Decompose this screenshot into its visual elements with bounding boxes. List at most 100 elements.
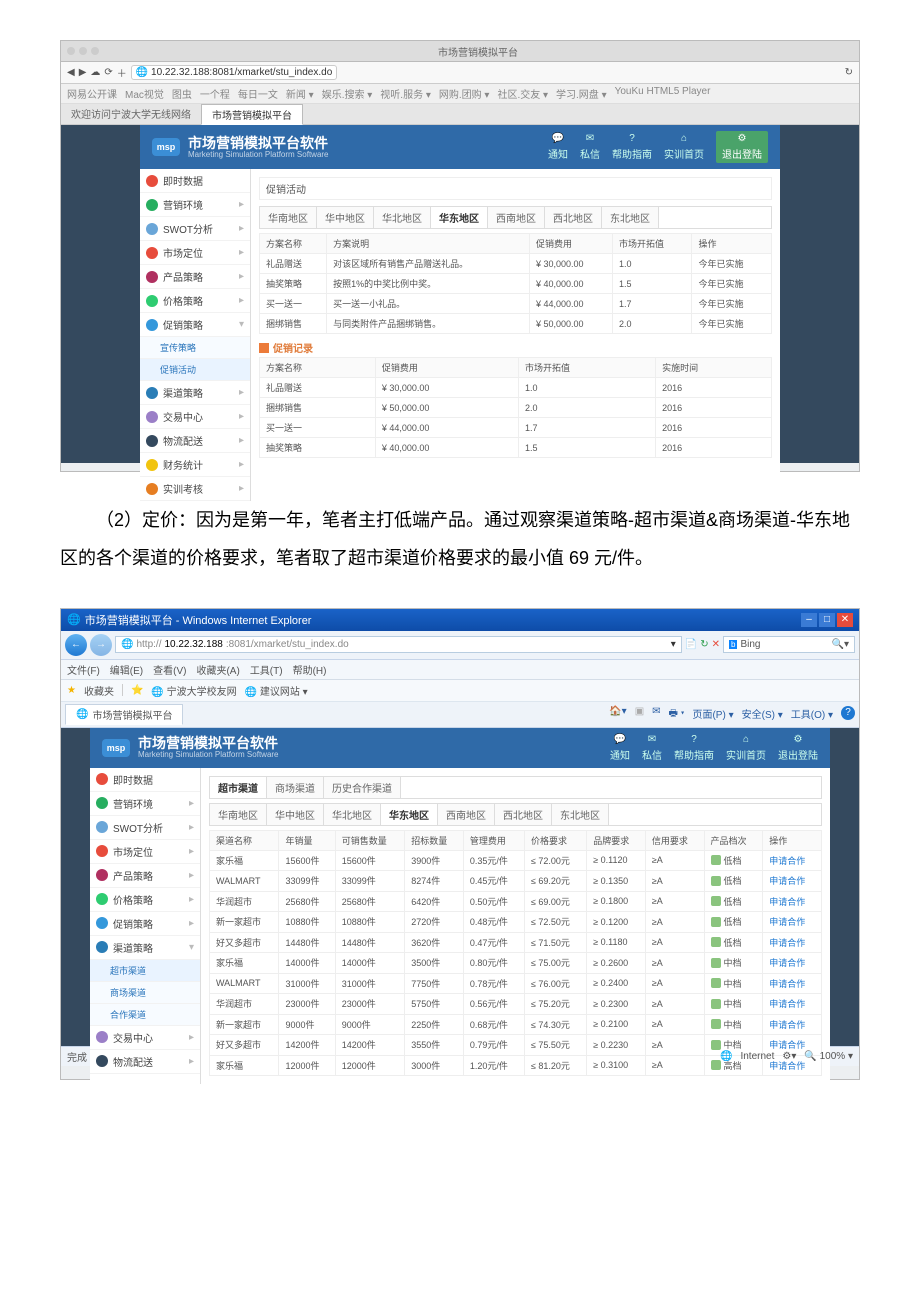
apply-link[interactable]: 申请合作: [769, 897, 805, 907]
bookmark-item[interactable]: 学习.网盘 ▾: [556, 86, 607, 101]
sidebar-item[interactable]: 价格策略▸: [90, 888, 200, 912]
search-box[interactable]: bBing🔍▾: [723, 636, 855, 653]
address-bar[interactable]: 🌐 10.22.32.188:8081/xmarket/stu_index.do: [131, 65, 337, 80]
minimize-button[interactable]: –: [801, 613, 817, 627]
sidebar-item[interactable]: 市场定位▸: [140, 241, 250, 265]
region-tab[interactable]: 华中地区: [317, 207, 374, 228]
mail-button[interactable]: ✉私信: [580, 133, 600, 161]
favorite-link[interactable]: 🌐 建议网站 ▾: [245, 683, 308, 698]
sidebar-item[interactable]: 产品策略▸: [140, 265, 250, 289]
sidebar-item[interactable]: 财务统计▸: [140, 453, 250, 477]
apply-link[interactable]: 申请合作: [769, 856, 805, 866]
page-tab[interactable]: 市场营销模拟平台: [201, 104, 303, 125]
cloud-icon[interactable]: ☁: [90, 67, 100, 78]
region-tab[interactable]: 华北地区: [324, 804, 381, 825]
region-tab[interactable]: 西南地区: [438, 804, 495, 825]
sidebar-item[interactable]: 营销环境▸: [140, 193, 250, 217]
home-button[interactable]: ⌂实训首页: [726, 734, 766, 762]
sidebar-item[interactable]: 营销环境▸: [90, 792, 200, 816]
region-tab[interactable]: 东北地区: [602, 207, 659, 228]
apply-link[interactable]: 申请合作: [769, 938, 805, 948]
print-icon[interactable]: 🖶 ▾: [669, 706, 685, 723]
address-bar[interactable]: 🌐 http://10.22.32.188:8081/xmarket/stu_i…: [115, 636, 682, 653]
apply-link[interactable]: 申请合作: [769, 917, 805, 927]
refresh-icon[interactable]: ↻: [700, 639, 708, 650]
menu-item[interactable]: 编辑(E): [110, 662, 143, 677]
forward-button[interactable]: →: [90, 634, 112, 656]
zoom-label[interactable]: 🔍 100% ▾: [804, 1051, 853, 1062]
sidebar-item[interactable]: 市场定位▸: [90, 840, 200, 864]
back-button[interactable]: ◀: [67, 67, 75, 78]
protected-mode-icon[interactable]: ⚙▾: [782, 1051, 796, 1062]
sidebar-item[interactable]: 交易中心▸: [140, 405, 250, 429]
add-tab-icon[interactable]: ＋: [117, 65, 127, 80]
bookmark-item[interactable]: 每日一文: [238, 86, 278, 101]
apply-link[interactable]: 申请合作: [769, 1040, 805, 1050]
region-tab[interactable]: 东北地区: [552, 804, 609, 825]
help-icon[interactable]: ?: [841, 706, 855, 720]
sidebar-item[interactable]: 价格策略▸: [140, 289, 250, 313]
fav-shortcut-icon[interactable]: ⭐: [131, 685, 143, 696]
bookmark-item[interactable]: 新闻 ▾: [286, 86, 314, 101]
sidebar-item[interactable]: 物流配送▸: [90, 1050, 200, 1074]
sidebar-item[interactable]: 宣传策略: [140, 337, 250, 359]
sidebar-item[interactable]: 物流配送▸: [140, 429, 250, 453]
close-dot[interactable]: [67, 47, 75, 55]
apply-link[interactable]: 申请合作: [769, 876, 805, 886]
sidebar-item[interactable]: SWOT分析▸: [140, 217, 250, 241]
favorites-label[interactable]: 收藏夹: [84, 683, 114, 698]
maximize-button[interactable]: □: [819, 613, 835, 627]
sidebar-item[interactable]: 促销策略▸: [90, 912, 200, 936]
channel-tab[interactable]: 历史合作渠道: [324, 777, 401, 798]
sidebar-item[interactable]: 即时数据: [140, 169, 250, 193]
menu-item[interactable]: 文件(F): [67, 662, 100, 677]
page-tab[interactable]: 欢迎访问宁波大学无线网络: [61, 104, 201, 124]
max-dot[interactable]: [91, 47, 99, 55]
close-button[interactable]: ✕: [837, 613, 853, 627]
sidebar-item[interactable]: 促销策略▾: [140, 313, 250, 337]
gear-button[interactable]: ⚙退出登陆: [716, 131, 768, 163]
sidebar-item[interactable]: 实训考核▸: [140, 477, 250, 501]
sidebar-item[interactable]: 即时数据: [90, 768, 200, 792]
bookmark-item[interactable]: 娱乐.搜索 ▾: [322, 86, 373, 101]
region-tab[interactable]: 西北地区: [545, 207, 602, 228]
sidebar-item[interactable]: 超市渠道: [90, 960, 200, 982]
reload-icon[interactable]: ⟳: [104, 67, 112, 78]
region-tab[interactable]: 西北地区: [495, 804, 552, 825]
back-button[interactable]: ←: [65, 634, 87, 656]
forward-button[interactable]: ▶: [79, 67, 87, 78]
menu-item[interactable]: 查看(V): [153, 662, 186, 677]
bookmark-item[interactable]: 网易公开课: [67, 86, 117, 101]
channel-tab[interactable]: 商场渠道: [267, 777, 324, 798]
stop-icon[interactable]: ✕: [712, 639, 720, 650]
sidebar-item[interactable]: 产品策略▸: [90, 864, 200, 888]
region-tab[interactable]: 华东地区: [431, 207, 488, 228]
region-tab[interactable]: 华北地区: [374, 207, 431, 228]
menu-item[interactable]: 工具(T): [250, 662, 283, 677]
help-button[interactable]: ?帮助指南: [612, 133, 652, 161]
bookmark-item[interactable]: 视听.服务 ▾: [380, 86, 431, 101]
message-button[interactable]: 💬通知: [610, 734, 630, 762]
help-button[interactable]: ?帮助指南: [674, 734, 714, 762]
feed-icon[interactable]: ▣: [635, 706, 644, 723]
bookmark-item[interactable]: YouKu HTML5 Player: [615, 86, 711, 101]
refresh-icon[interactable]: ↻: [845, 67, 853, 78]
apply-link[interactable]: 申请合作: [769, 979, 805, 989]
bookmark-item[interactable]: Mac视觉: [125, 86, 164, 101]
channel-tab[interactable]: 超市渠道: [210, 777, 267, 798]
apply-link[interactable]: 申请合作: [769, 958, 805, 968]
mail-icon[interactable]: ✉: [652, 706, 660, 723]
bookmark-item[interactable]: 图虫: [172, 86, 192, 101]
ie-tab[interactable]: 🌐市场营销模拟平台: [65, 704, 183, 725]
mail-button[interactable]: ✉私信: [642, 734, 662, 762]
toolbar-menu[interactable]: 工具(O) ▾: [791, 706, 833, 723]
sidebar-item[interactable]: 合作渠道: [90, 1004, 200, 1026]
sidebar-item[interactable]: SWOT分析▸: [90, 816, 200, 840]
favorite-link[interactable]: 🌐 宁波大学校友网: [151, 683, 236, 698]
apply-link[interactable]: 申请合作: [769, 999, 805, 1009]
sidebar-item[interactable]: 交易中心▸: [90, 1026, 200, 1050]
apply-link[interactable]: 申请合作: [769, 1020, 805, 1030]
bookmark-item[interactable]: 一个程: [200, 86, 230, 101]
message-button[interactable]: 💬通知: [548, 133, 568, 161]
region-tab[interactable]: 华南地区: [210, 804, 267, 825]
